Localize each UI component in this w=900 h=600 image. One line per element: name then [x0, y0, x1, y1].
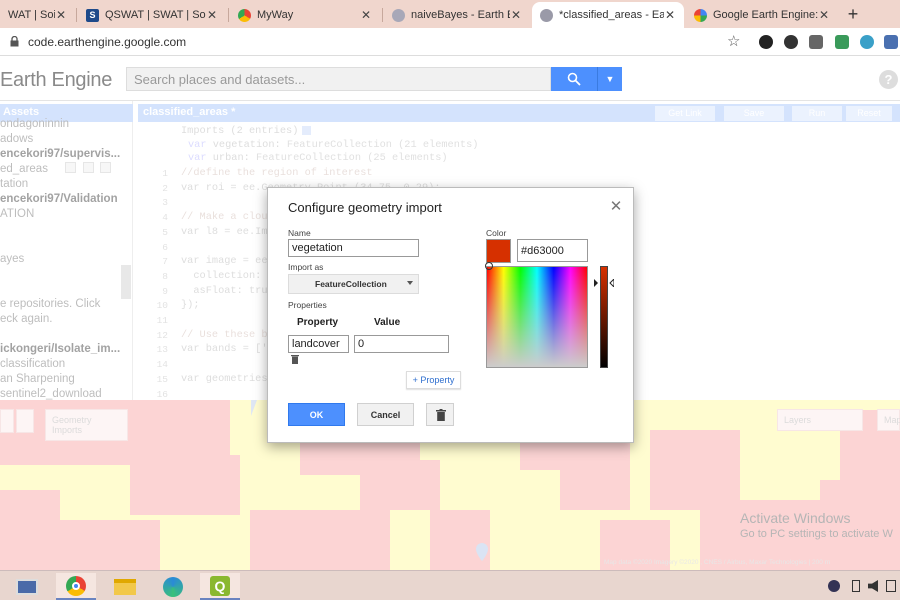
tab-title: *classified_areas - Earth: [559, 9, 664, 21]
battery-icon[interactable]: [852, 580, 860, 592]
chrome-icon: [238, 8, 251, 22]
extension-icon[interactable]: [860, 35, 874, 49]
ok-button[interactable]: OK: [288, 403, 345, 426]
tab-separator: [76, 8, 77, 22]
import-as-label: Import as: [288, 262, 324, 272]
ee-logo: Earth Engine: [0, 69, 113, 91]
browser-tab-active[interactable]: *classified_areas - Earth ✕: [532, 2, 684, 28]
new-tab-button[interactable]: +: [842, 2, 864, 26]
hue-slider-handle[interactable]: [594, 279, 614, 287]
tab-separator: [228, 8, 229, 22]
search-button[interactable]: [551, 67, 597, 91]
color-label: Color: [486, 228, 507, 238]
ee-icon: [392, 8, 405, 22]
property-value-input[interactable]: [354, 335, 449, 353]
extension-icon[interactable]: [759, 35, 773, 49]
ee-header: Earth Engine Search places and datasets.…: [0, 57, 900, 101]
extension-icon[interactable]: [784, 35, 798, 49]
cancel-button[interactable]: Cancel: [357, 403, 414, 426]
activate-windows-title: Activate Windows: [740, 510, 851, 526]
tab-title: Google Earth Engine: Su: [713, 9, 818, 21]
swat-icon: S: [86, 8, 99, 22]
edge-icon[interactable]: [153, 573, 193, 600]
close-icon[interactable]: ✕: [360, 8, 372, 22]
property-key-input[interactable]: [288, 335, 349, 353]
chrome-icon[interactable]: [56, 573, 96, 600]
color-picker-handle[interactable]: [485, 262, 493, 270]
dialog-title: Configure geometry import: [288, 200, 442, 215]
url-text[interactable]: code.earthengine.google.com: [28, 35, 186, 49]
lock-icon: [10, 36, 19, 47]
tab-title: WAT | Soil &: [8, 9, 55, 21]
extension-icon[interactable]: [809, 35, 823, 49]
search-dropdown-button[interactable]: ▼: [597, 67, 622, 91]
network-icon[interactable]: [828, 580, 840, 592]
volume-icon[interactable]: [868, 580, 878, 592]
bookmark-star-icon[interactable]: ☆: [727, 32, 740, 50]
delete-property-icon[interactable]: [291, 354, 299, 364]
file-explorer-icon[interactable]: [7, 573, 47, 600]
close-icon[interactable]: ✕: [510, 8, 522, 22]
tab-title: MyWay: [257, 9, 294, 21]
import-as-select[interactable]: FeatureCollection: [288, 274, 419, 294]
properties-label: Properties: [288, 300, 327, 310]
browser-tab[interactable]: Google Earth Engine: Su ✕: [686, 2, 838, 28]
browser-tab[interactable]: WAT | Soil & ✕: [0, 2, 75, 28]
help-icon[interactable]: ?: [879, 70, 898, 89]
property-header: Property: [297, 317, 339, 328]
windows-taskbar: Q: [0, 570, 900, 600]
color-swatch[interactable]: [486, 239, 511, 263]
extension-icon[interactable]: [884, 35, 898, 49]
add-property-button[interactable]: + Property: [406, 371, 461, 389]
search-input[interactable]: Search places and datasets...: [126, 67, 551, 91]
folder-icon[interactable]: [105, 573, 145, 600]
close-icon[interactable]: ✕: [818, 8, 830, 22]
color-palette[interactable]: [486, 266, 588, 368]
tab-separator: [382, 8, 383, 22]
browser-tab[interactable]: MyWay ✕: [230, 2, 380, 28]
color-hex-input[interactable]: [517, 239, 588, 262]
browser-tab-strip: WAT | Soil & ✕ S QSWAT | SWAT | Soil & W…: [0, 0, 900, 28]
name-label: Name: [288, 228, 311, 238]
qgis-icon[interactable]: Q: [200, 573, 240, 600]
close-icon[interactable]: ✕: [55, 8, 67, 22]
tab-title: naiveBayes - Earth Engin: [411, 9, 510, 21]
name-input[interactable]: [288, 239, 419, 257]
browser-tab[interactable]: S QSWAT | SWAT | Soil & W ✕: [78, 2, 226, 28]
address-bar: code.earthengine.google.com ☆: [0, 28, 900, 56]
configure-geometry-dialog: Configure geometry import ✕ Name Import …: [267, 187, 634, 443]
notification-icon[interactable]: [886, 580, 896, 592]
ee-icon: [540, 8, 553, 22]
trash-icon: [436, 409, 446, 421]
browser-tab[interactable]: naiveBayes - Earth Engin ✕: [384, 2, 530, 28]
google-icon: [694, 8, 707, 22]
chevron-down-icon: [407, 281, 413, 285]
close-icon[interactable]: ✕: [206, 8, 218, 22]
close-icon[interactable]: ✕: [664, 8, 676, 22]
activate-windows-subtitle: Go to PC settings to activate W: [740, 528, 893, 540]
extension-icon[interactable]: [835, 35, 849, 49]
tab-title: QSWAT | SWAT | Soil & W: [105, 9, 206, 21]
search-icon: [567, 72, 581, 86]
value-header: Value: [374, 317, 401, 328]
close-icon[interactable]: ✕: [609, 197, 623, 215]
delete-import-button[interactable]: [426, 403, 454, 426]
